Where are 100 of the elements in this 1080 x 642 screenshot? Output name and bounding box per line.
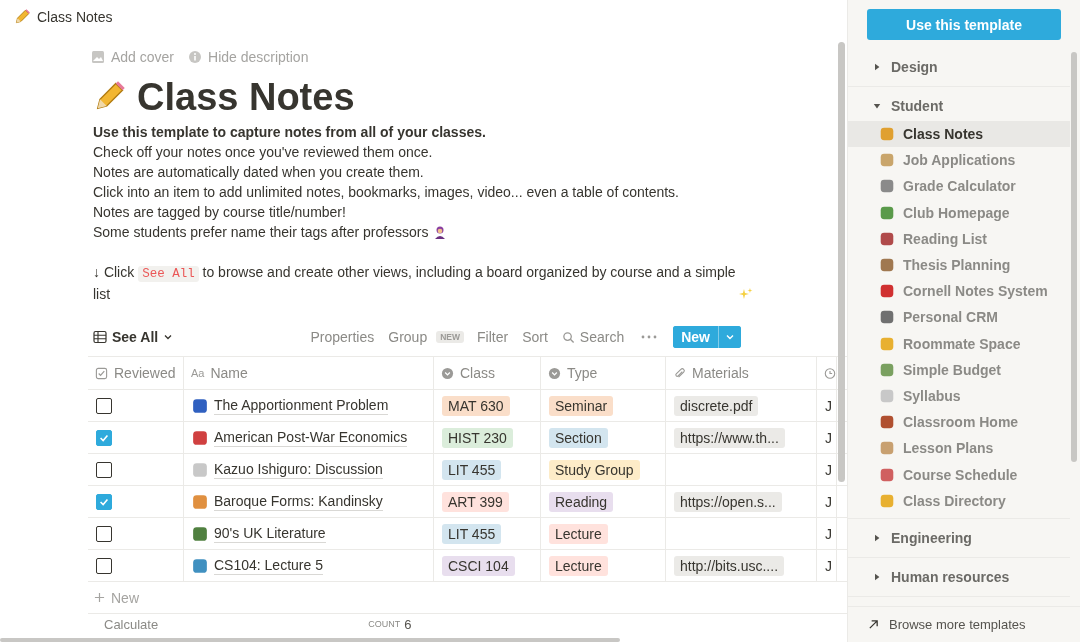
table-cell: J (825, 525, 832, 542)
table-cell: J (825, 429, 832, 446)
type-tag: Study Group (549, 459, 640, 480)
view-selector[interactable]: See All (88, 329, 179, 345)
row-title[interactable]: Baroque Forms: Kandinsky (214, 492, 383, 511)
table-cell: J (825, 493, 832, 510)
page-title: Class Notes (137, 75, 355, 119)
file-chip[interactable]: http://bits.usc.... (674, 555, 785, 576)
class-tag: ART 399 (442, 491, 509, 512)
template-item[interactable]: Lesson Plans (848, 435, 1070, 462)
type-tag: Reading (549, 491, 614, 512)
page-icon (879, 492, 895, 509)
row-title[interactable]: CS104: Lecture 5 (214, 556, 323, 575)
column-header[interactable]: Class (434, 357, 541, 389)
template-item[interactable]: Thesis Planning (848, 251, 1070, 279)
class-tag: LIT 455 (442, 459, 502, 480)
checkbox[interactable] (96, 557, 112, 574)
text-type-icon: Aa (191, 367, 205, 379)
toolbar-button[interactable]: Filter (472, 327, 514, 347)
template-item[interactable]: Club Homepage (848, 199, 1070, 226)
use-template-button[interactable]: Use this template (867, 9, 1061, 40)
page-icon (879, 283, 895, 300)
page-icon (879, 152, 895, 169)
type-tag: Seminar (549, 395, 614, 416)
row-title[interactable]: American Post-War Economics (214, 428, 408, 447)
template-item[interactable]: Personal CRM (848, 304, 1070, 331)
page-icon (879, 257, 895, 274)
checkbox[interactable] (96, 461, 112, 478)
checkbox[interactable] (96, 429, 112, 446)
description-line: Check off your notes once you've reviewed them once. (93, 143, 434, 162)
right-triangle-icon (873, 63, 881, 71)
page-icon (879, 387, 895, 404)
page-icon (879, 309, 895, 326)
search-button[interactable]: Search (556, 327, 630, 347)
page-icon (192, 493, 208, 510)
template-item[interactable]: Class Notes (848, 121, 1070, 148)
template-item[interactable]: Job Applications (848, 147, 1070, 174)
template-item[interactable]: Grade Calculator (848, 173, 1070, 200)
add-row-button[interactable]: New (88, 588, 145, 607)
file-chip[interactable]: https://open.s... (674, 491, 782, 512)
new-dropdown-button[interactable] (718, 326, 741, 348)
template-item[interactable]: Roommate Space (848, 330, 1070, 357)
type-tag: Section (549, 427, 608, 448)
calculate-button[interactable]: Calculate (104, 616, 159, 632)
hide-description-button[interactable]: Hide description (188, 46, 309, 68)
description-line: Use this template to capture notes from all of your classes. (93, 123, 487, 142)
file-chip[interactable]: https://www.th... (674, 427, 785, 448)
category-toggle[interactable]: Human resources (848, 561, 1010, 592)
toolbar-button[interactable]: Properties (305, 327, 380, 347)
description-line: Notes are automatically dated when you create them. (93, 163, 425, 182)
search-icon (561, 330, 575, 344)
caret-icon (163, 332, 174, 342)
caret-icon (725, 332, 735, 342)
page-icon (879, 361, 895, 378)
page-icon (192, 429, 208, 446)
column-header[interactable]: Materials (666, 357, 817, 389)
add-cover-button[interactable]: Add cover (91, 46, 175, 68)
column-header[interactable]: Type (541, 357, 666, 389)
template-item[interactable]: Reading List (848, 225, 1070, 252)
page-icon (192, 397, 208, 414)
more-icon[interactable] (641, 335, 658, 339)
category-toggle[interactable]: Engineering (848, 522, 972, 553)
table-cell: J (825, 461, 832, 478)
description-line: Click into an item to add unlimited notes, bookmarks, images, video... even a table of contents. (93, 183, 680, 202)
checkbox[interactable] (96, 397, 112, 414)
page-icon (192, 525, 208, 542)
template-item[interactable]: Syllabus (848, 382, 1070, 410)
row-title[interactable]: The Apportionment Problem (214, 396, 389, 415)
template-item[interactable]: Class Directory (848, 487, 1070, 514)
breadcrumb-title[interactable]: Class Notes (37, 9, 113, 25)
checkbox[interactable] (96, 525, 112, 542)
image-icon (91, 50, 105, 64)
group-button[interactable]: Group (383, 327, 433, 347)
right-triangle-icon (873, 533, 881, 542)
page-icon (879, 230, 895, 247)
row-title[interactable]: Kazuo Ishiguro: Discussion (214, 460, 383, 479)
template-item[interactable]: Course Schedule (848, 461, 1070, 488)
template-item[interactable]: Simple Budget (848, 356, 1070, 383)
column-header[interactable]: Aa Name (184, 357, 434, 389)
page-icon (879, 466, 895, 483)
category-toggle[interactable]: Design (848, 52, 938, 82)
new-badge: NEW (436, 331, 465, 343)
scrollbar[interactable] (1071, 52, 1077, 462)
horizontal-scrollbar[interactable] (0, 638, 620, 642)
file-chip[interactable]: discrete.pdf (674, 395, 759, 416)
page-icon (879, 204, 895, 221)
class-tag: HIST 230 (442, 427, 513, 448)
table-cell: J (825, 557, 832, 574)
column-header[interactable]: Reviewed (88, 357, 184, 389)
category-toggle[interactable]: Student (848, 91, 944, 121)
description-line: ↓ Click See All to browse and create other views, including a board organized by course and a simple list (93, 263, 737, 304)
table-cell: J (825, 397, 832, 414)
checkbox[interactable] (96, 493, 112, 510)
toolbar-button[interactable]: Sort (517, 327, 553, 347)
page-icon (192, 461, 208, 478)
template-item[interactable]: Cornell Notes System (848, 278, 1070, 305)
template-item[interactable]: Classroom Home (848, 409, 1070, 436)
row-title[interactable]: 90's UK Literature (214, 524, 326, 543)
pencil-icon (13, 8, 31, 26)
scrollbar[interactable] (838, 42, 845, 482)
